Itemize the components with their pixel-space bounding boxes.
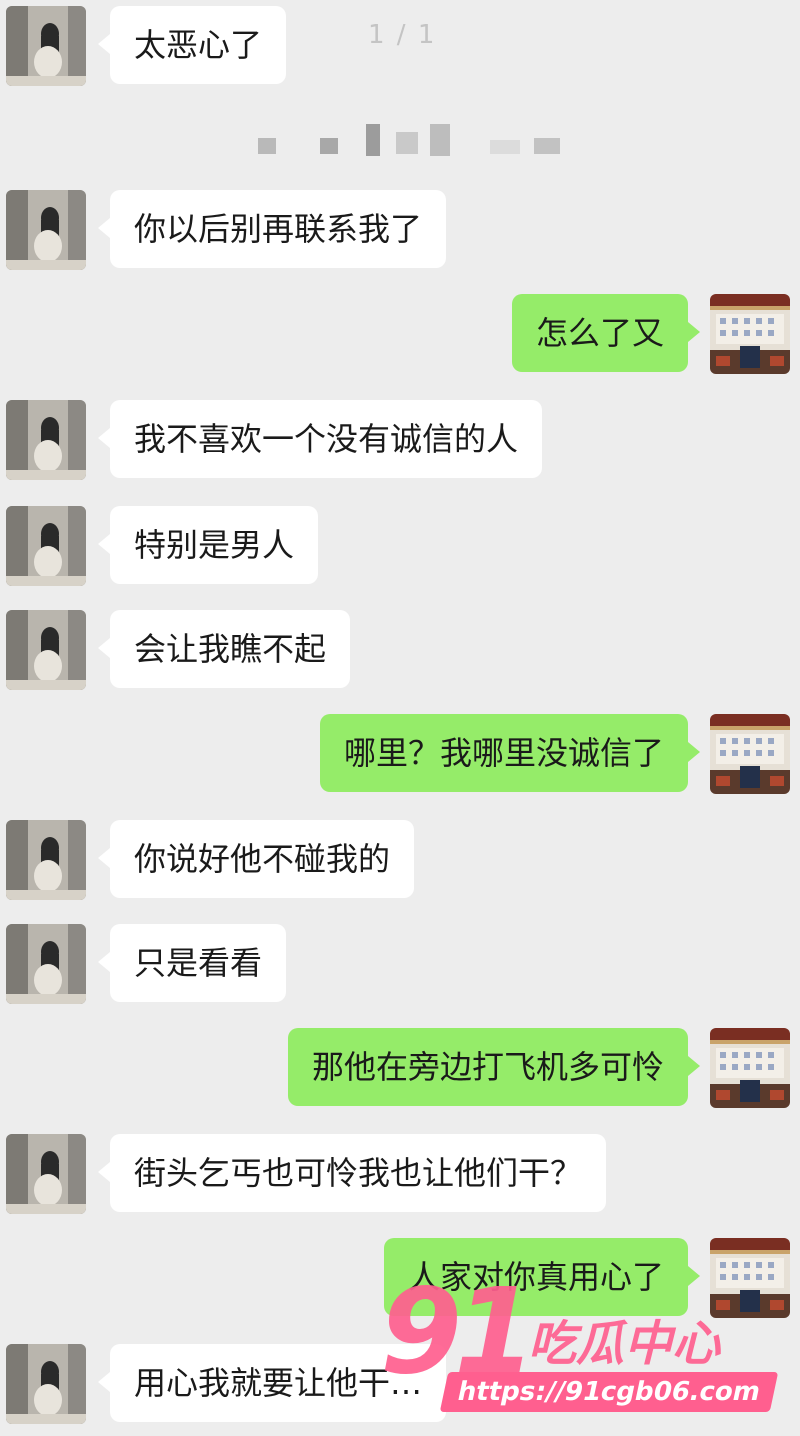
- contact-avatar[interactable]: [6, 610, 86, 690]
- portrait-photo-icon: [6, 1344, 86, 1424]
- incoming-message-bubble[interactable]: 街头乞丐也可怜我也让他们干？: [97, 1134, 607, 1212]
- portrait-photo-icon: [6, 506, 86, 586]
- incoming-message-bubble[interactable]: 我不喜欢一个没有诚信的人: [97, 400, 543, 478]
- message-row: 怎么了又: [0, 290, 800, 374]
- user-avatar[interactable]: [710, 1028, 790, 1108]
- contact-avatar[interactable]: [6, 820, 86, 900]
- outgoing-message-bubble[interactable]: 那他在旁边打飞机多可怜: [287, 1028, 701, 1106]
- portrait-photo-icon: [6, 190, 86, 270]
- incoming-message-bubble[interactable]: 太恶心了: [97, 6, 287, 84]
- building-photo-icon: [710, 1028, 790, 1108]
- message-row: 你说好他不碰我的: [0, 816, 800, 900]
- message-row: 你以后别再联系我了: [0, 186, 800, 270]
- blurred-timestamp: [258, 124, 568, 160]
- contact-avatar[interactable]: [6, 6, 86, 86]
- message-row: 哪里？我哪里没诚信了: [0, 710, 800, 794]
- incoming-message-bubble[interactable]: 只是看看: [97, 924, 287, 1002]
- contact-avatar[interactable]: [6, 1344, 86, 1424]
- message-row: 会让我瞧不起: [0, 606, 800, 690]
- incoming-message-bubble[interactable]: 你说好他不碰我的: [97, 820, 415, 898]
- watermark-brand: 吃瓜中心: [528, 1316, 721, 1372]
- portrait-photo-icon: [6, 610, 86, 690]
- message-row: 只是看看: [0, 920, 800, 1004]
- portrait-photo-icon: [6, 820, 86, 900]
- contact-avatar[interactable]: [6, 924, 86, 1004]
- watermark-url: https://91cgb06.com: [439, 1372, 779, 1412]
- incoming-message-bubble[interactable]: 特别是男人: [97, 506, 319, 584]
- site-watermark: 91 吃瓜中心 https://91cgb06.com: [378, 1262, 779, 1436]
- chat-area: 1 / 1 太恶心了 你以后别再联系我了 怎么了又 我不喜欢一个没有诚信的人 特…: [0, 0, 800, 1436]
- building-photo-icon: [710, 714, 790, 794]
- contact-avatar[interactable]: [6, 400, 86, 480]
- outgoing-message-bubble[interactable]: 怎么了又: [511, 294, 701, 372]
- portrait-photo-icon: [6, 400, 86, 480]
- incoming-message-bubble[interactable]: 你以后别再联系我了: [97, 190, 447, 268]
- message-row: 特别是男人: [0, 502, 800, 586]
- contact-avatar[interactable]: [6, 1134, 86, 1214]
- portrait-photo-icon: [6, 924, 86, 1004]
- message-row: 街头乞丐也可怜我也让他们干？: [0, 1130, 800, 1214]
- user-avatar[interactable]: [710, 714, 790, 794]
- portrait-photo-icon: [6, 1134, 86, 1214]
- contact-avatar[interactable]: [6, 190, 86, 270]
- building-photo-icon: [710, 294, 790, 374]
- outgoing-message-bubble[interactable]: 哪里？我哪里没诚信了: [319, 714, 701, 792]
- message-row: 我不喜欢一个没有诚信的人: [0, 396, 800, 480]
- message-row: 那他在旁边打飞机多可怜: [0, 1024, 800, 1108]
- message-row: 太恶心了: [0, 2, 800, 86]
- user-avatar[interactable]: [710, 294, 790, 374]
- incoming-message-bubble[interactable]: 会让我瞧不起: [97, 610, 351, 688]
- contact-avatar[interactable]: [6, 506, 86, 586]
- portrait-photo-icon: [6, 6, 86, 86]
